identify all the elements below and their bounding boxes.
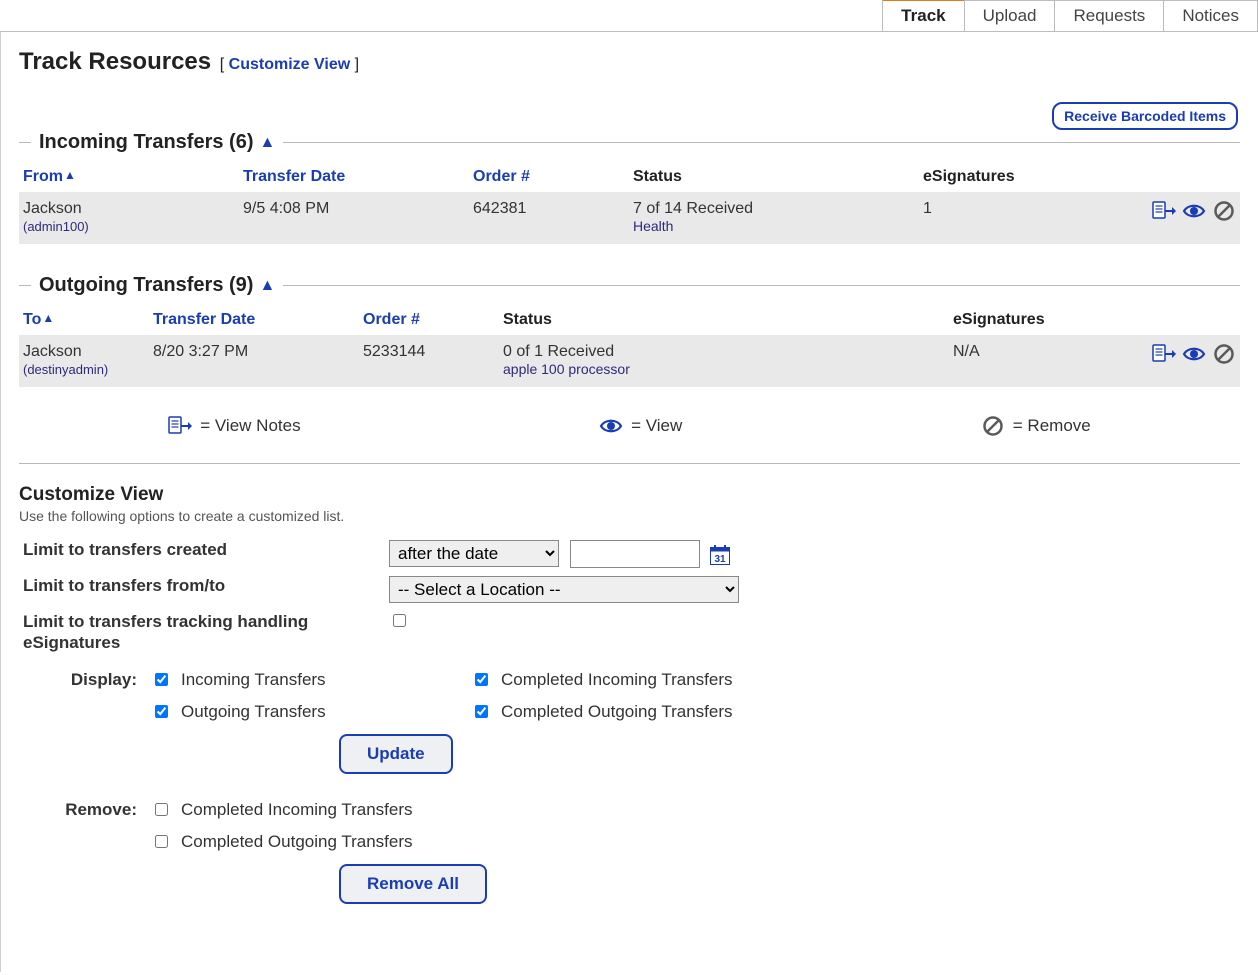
incoming-order: 642381: [469, 192, 629, 244]
remove-icon[interactable]: [1212, 343, 1236, 365]
display-incoming-label: Incoming Transfers: [181, 670, 326, 690]
limit-esig-label: Limit to transfers tracking handling eSi…: [19, 611, 389, 654]
remove-icon[interactable]: [1212, 200, 1236, 222]
outgoing-col-order[interactable]: Order #: [359, 305, 499, 335]
incoming-from: Jackson: [23, 200, 82, 217]
legend-remove-label: = Remove: [1013, 416, 1091, 436]
incoming-table: From▲ Transfer Date Order # Status eSign…: [19, 162, 1240, 244]
display-completed-outgoing-label: Completed Outgoing Transfers: [501, 702, 733, 722]
incoming-col-date[interactable]: Transfer Date: [239, 162, 469, 192]
incoming-col-order[interactable]: Order #: [469, 162, 629, 192]
remove-all-button[interactable]: Remove All: [339, 864, 487, 904]
view-notes-icon: [168, 415, 192, 437]
incoming-status-sub: Health: [633, 218, 673, 234]
receive-barcoded-items-button[interactable]: Receive Barcoded Items: [1052, 102, 1238, 130]
update-button[interactable]: Update: [339, 734, 453, 774]
sort-asc-icon: ▲: [42, 311, 54, 325]
sort-asc-icon: ▲: [64, 168, 76, 182]
date-input[interactable]: [570, 540, 700, 568]
outgoing-user: (destinyadmin): [23, 362, 108, 377]
tab-notices[interactable]: Notices: [1163, 0, 1258, 31]
view-icon[interactable]: [1182, 200, 1206, 222]
limit-esig-checkbox[interactable]: [393, 614, 406, 627]
incoming-transfers-header: Incoming Transfers (6) ▲: [19, 131, 1240, 154]
limit-created-label: Limit to transfers created: [19, 540, 389, 560]
outgoing-col-esig[interactable]: eSignatures: [949, 305, 1119, 335]
display-outgoing-checkbox[interactable]: [155, 705, 168, 718]
incoming-status: 7 of 14 Received: [633, 200, 753, 217]
remove-completed-outgoing-label: Completed Outgoing Transfers: [181, 832, 413, 852]
display-completed-incoming-label: Completed Incoming Transfers: [501, 670, 733, 690]
display-incoming-checkbox[interactable]: [155, 673, 168, 686]
incoming-user: (admin100): [23, 219, 89, 234]
view-notes-icon[interactable]: [1152, 200, 1176, 222]
outgoing-status-sub: apple 100 processor: [503, 361, 630, 377]
display-label: Display:: [19, 670, 151, 690]
date-mode-select[interactable]: after the date: [389, 540, 559, 567]
outgoing-esig: N/A: [949, 335, 1119, 387]
location-select[interactable]: -- Select a Location --: [389, 576, 739, 603]
customize-view-subtitle: Use the following options to create a cu…: [19, 508, 1240, 524]
tab-upload[interactable]: Upload: [964, 0, 1056, 31]
icon-legend: = View Notes = View = Remove: [19, 415, 1240, 437]
tab-requests[interactable]: Requests: [1054, 0, 1164, 31]
remove-completed-incoming-checkbox[interactable]: [155, 803, 168, 816]
remove-completed-incoming-label: Completed Incoming Transfers: [181, 800, 413, 820]
tab-track[interactable]: Track: [882, 0, 964, 31]
limit-fromto-label: Limit to transfers from/to: [19, 576, 389, 596]
incoming-row: Jackson (admin100) 9/5 4:08 PM 642381 7 …: [19, 192, 1240, 244]
incoming-col-status[interactable]: Status: [629, 162, 919, 192]
legend-notes-label: = View Notes: [200, 416, 300, 436]
display-completed-outgoing-checkbox[interactable]: [475, 705, 488, 718]
outgoing-row: Jackson (destinyadmin) 8/20 3:27 PM 5233…: [19, 335, 1240, 387]
view-icon[interactable]: [1182, 343, 1206, 365]
remove-icon: [981, 415, 1005, 437]
view-icon: [599, 415, 623, 437]
customize-view-title: Customize View: [19, 484, 1240, 506]
display-completed-incoming-checkbox[interactable]: [475, 673, 488, 686]
outgoing-col-to[interactable]: To▲: [19, 305, 149, 335]
outgoing-order: 5233144: [359, 335, 499, 387]
outgoing-table: To▲ Transfer Date Order # Status eSignat…: [19, 305, 1240, 387]
display-outgoing-label: Outgoing Transfers: [181, 702, 326, 722]
outgoing-to: Jackson: [23, 343, 82, 360]
collapse-incoming-icon[interactable]: ▲: [260, 134, 276, 152]
incoming-col-from[interactable]: From▲: [19, 162, 239, 192]
view-notes-icon[interactable]: [1152, 343, 1176, 365]
tab-bar: Track Upload Requests Notices: [0, 0, 1258, 32]
outgoing-status: 0 of 1 Received: [503, 343, 614, 360]
legend-view-label: = View: [631, 416, 682, 436]
outgoing-date: 8/20 3:27 PM: [149, 335, 359, 387]
outgoing-header-text: Outgoing Transfers (9): [39, 274, 253, 297]
incoming-date: 9/5 4:08 PM: [239, 192, 469, 244]
incoming-esig: 1: [919, 192, 1119, 244]
incoming-col-esig[interactable]: eSignatures: [919, 162, 1119, 192]
outgoing-transfers-header: Outgoing Transfers (9) ▲: [19, 274, 1240, 297]
customize-view-link[interactable]: Customize View: [229, 56, 351, 73]
collapse-outgoing-icon[interactable]: ▲: [259, 277, 275, 295]
calendar-icon[interactable]: [710, 545, 730, 565]
remove-label: Remove:: [19, 800, 151, 820]
incoming-header-text: Incoming Transfers (6): [39, 131, 254, 154]
page-title: Track Resources: [19, 48, 211, 76]
remove-completed-outgoing-checkbox[interactable]: [155, 835, 168, 848]
outgoing-col-date[interactable]: Transfer Date: [149, 305, 359, 335]
outgoing-col-status[interactable]: Status: [499, 305, 949, 335]
